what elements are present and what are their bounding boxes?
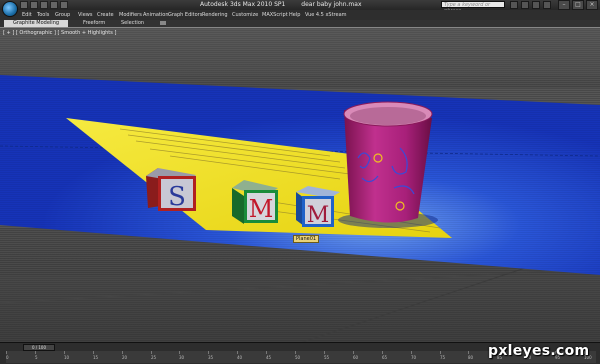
timeline-tick-mark <box>411 351 412 354</box>
menu-edit[interactable]: Edit <box>22 12 32 18</box>
timeline-tick-label: 70 <box>411 355 417 360</box>
timeline-tick-label: 65 <box>382 355 388 360</box>
app-title: Autodesk 3ds Max 2010 SP1 <box>200 1 286 8</box>
timeline-tick-label: 50 <box>295 355 301 360</box>
timeline-tick-label: 10 <box>64 355 70 360</box>
timeline-tick-label: 35 <box>208 355 214 360</box>
menu-tools[interactable]: Tools <box>37 12 49 18</box>
close-button[interactable]: × <box>586 0 598 10</box>
block-s-letter: S <box>168 182 186 212</box>
timeline-tick-mark <box>324 351 325 354</box>
cup-inner <box>350 107 426 125</box>
timeline-tick-mark <box>295 351 296 354</box>
timeline-tick-label: 40 <box>237 355 243 360</box>
timeline-tick-label: 60 <box>353 355 359 360</box>
window-title: Autodesk 3ds Max 2010 SP1 dear baby john… <box>200 1 376 8</box>
timeline-tick-mark <box>468 351 469 354</box>
ribbon-minimize-icon[interactable] <box>160 21 166 25</box>
watermark: pxleyes.com <box>488 343 590 359</box>
timeline-tick-label: 80 <box>468 355 474 360</box>
timeline-tick-mark <box>266 351 267 354</box>
new-file-icon[interactable] <box>20 1 28 9</box>
timeline-tick-label: 5 <box>35 355 38 360</box>
timeline-tick-mark <box>93 351 94 354</box>
menu-create[interactable]: Create <box>97 12 114 18</box>
title-bar: Autodesk 3ds Max 2010 SP1 dear baby john… <box>0 0 600 14</box>
menu-graph-editors[interactable]: Graph Editors <box>168 12 202 18</box>
frame-counter[interactable]: 0 / 100 <box>23 344 55 351</box>
star-icon[interactable] <box>532 1 540 9</box>
perspective-viewport[interactable]: [ + ] [ Orthographic ] [ Smooth + Highli… <box>0 27 600 343</box>
tab-freeform[interactable]: Freeform <box>80 20 108 27</box>
subscription-icon[interactable] <box>521 1 529 9</box>
search-input[interactable]: Type a keyword or phrase <box>441 1 505 14</box>
minimize-button[interactable]: – <box>558 0 570 10</box>
timeline-tick-label: 55 <box>324 355 330 360</box>
block-m-blue[interactable]: M <box>296 186 340 228</box>
timeline-tick-label: 25 <box>151 355 157 360</box>
open-file-icon[interactable] <box>30 1 38 9</box>
timeline-tick-label: 15 <box>93 355 99 360</box>
timeline-tick-label: 30 <box>179 355 185 360</box>
undo-icon[interactable] <box>50 1 58 9</box>
block-s[interactable]: S <box>146 168 196 212</box>
help-icon[interactable] <box>543 1 551 9</box>
maximize-button[interactable]: □ <box>572 0 584 10</box>
timeline-tick-label: 0 <box>6 355 9 360</box>
file-name: dear baby john.max <box>301 1 362 8</box>
menu-modifiers[interactable]: Modifiers <box>119 12 142 18</box>
timeline-tick-mark <box>382 351 383 354</box>
timeline-tick-mark <box>64 351 65 354</box>
timeline-tick-mark <box>440 351 441 354</box>
menu-rendering[interactable]: Rendering <box>202 12 228 18</box>
menu-vue-xstream[interactable]: Vue 4.5 xStream <box>305 12 347 18</box>
menu-group[interactable]: Group <box>55 12 70 18</box>
redo-icon[interactable] <box>60 1 68 9</box>
application-button-icon[interactable] <box>2 1 18 17</box>
window-controls: – □ × <box>558 0 598 10</box>
timeline-tick-label: 20 <box>122 355 128 360</box>
timeline-tick-mark <box>151 351 152 354</box>
block-m-blue-letter: M <box>307 203 330 228</box>
menu-views[interactable]: Views <box>78 12 92 18</box>
menu-help[interactable]: Help <box>289 12 300 18</box>
timeline-tick-mark <box>353 351 354 354</box>
timeline-tick-mark <box>208 351 209 354</box>
viewport-label[interactable]: [ + ] [ Orthographic ] [ Smooth + Highli… <box>3 30 116 36</box>
timeline-tick-label: 75 <box>440 355 446 360</box>
timeline-tick-mark <box>122 351 123 354</box>
cup-body <box>344 110 432 223</box>
timeline-tick-mark <box>6 351 7 354</box>
object-label[interactable]: Plane01 <box>293 235 320 243</box>
tab-graphite-modeling-tools[interactable]: Graphite Modeling Tools <box>4 20 68 33</box>
timeline-tick-mark <box>179 351 180 354</box>
timeline-tick-label: 45 <box>266 355 272 360</box>
timeline-tick-mark <box>35 351 36 354</box>
timeline-tick-mark <box>237 351 238 354</box>
binoculars-icon[interactable] <box>510 1 518 9</box>
tab-selection[interactable]: Selection <box>118 20 147 27</box>
infocenter-icons <box>510 1 551 9</box>
menu-maxscript[interactable]: MAXScript <box>262 12 288 18</box>
quick-access-toolbar <box>20 1 68 9</box>
save-file-icon[interactable] <box>40 1 48 9</box>
menu-customize[interactable]: Customize <box>232 12 258 18</box>
scene-canvas[interactable]: S M O M <box>0 28 600 343</box>
menu-animation[interactable]: Animation <box>143 12 169 18</box>
